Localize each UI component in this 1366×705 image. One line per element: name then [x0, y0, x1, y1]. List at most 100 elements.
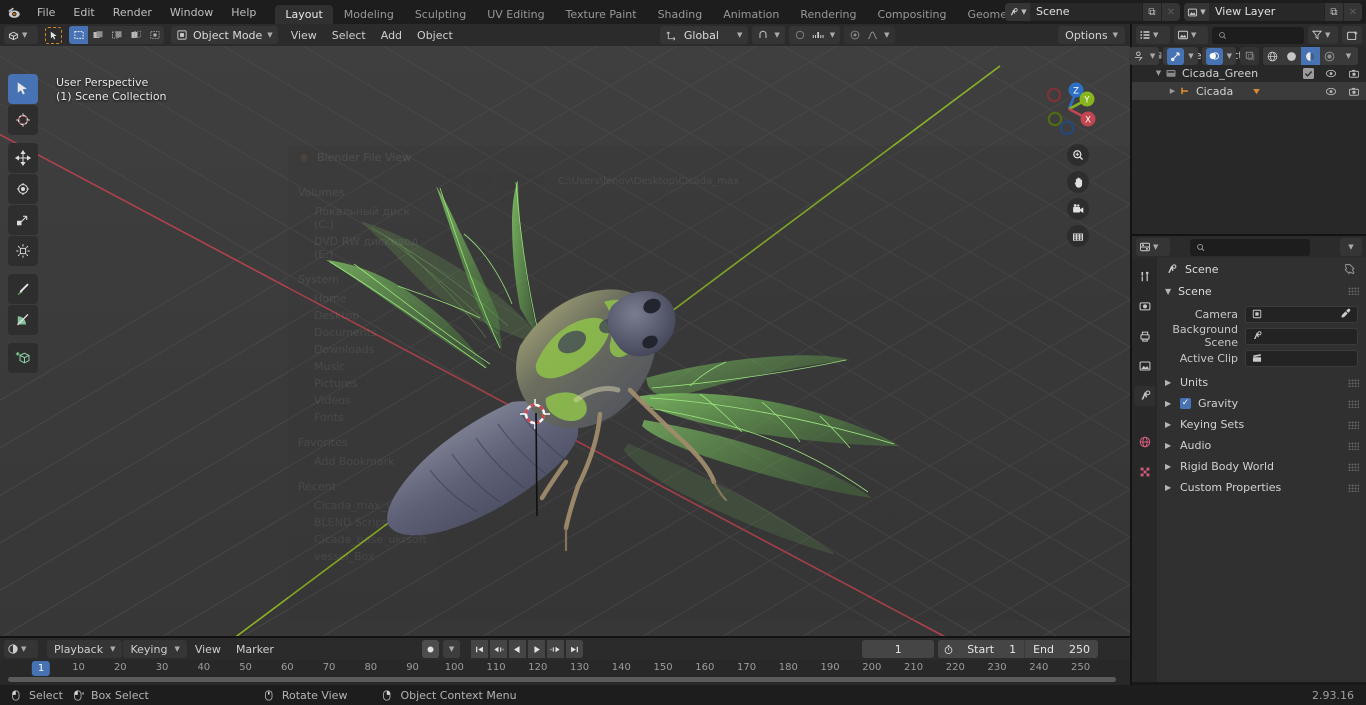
navigation-gizmo[interactable]: Z Y X	[1038, 78, 1100, 140]
view-layer-icon[interactable]: ▼	[1184, 3, 1209, 21]
unlink-scene-button[interactable]: ✕	[1161, 3, 1180, 21]
play-icon[interactable]	[528, 640, 546, 658]
editor-type-3dview-icon[interactable]: ▼	[4, 26, 38, 44]
jump-next-keyframe-icon[interactable]	[547, 640, 565, 658]
record-options-chevron-icon[interactable]: ▼	[443, 640, 461, 658]
transform-tool[interactable]	[8, 236, 38, 266]
select-subtract-icon[interactable]	[107, 26, 126, 44]
cicada-model[interactable]	[0, 46, 1130, 638]
properties-tab-output[interactable]	[1134, 326, 1155, 346]
overlays-selector[interactable]: ▼	[1201, 47, 1236, 65]
top-menu-help[interactable]: Help	[222, 0, 265, 24]
gizmo-selector[interactable]: ▼	[1163, 47, 1198, 65]
timeline-menu-playback[interactable]: Playback ▼	[47, 640, 123, 658]
zoom-icon[interactable]	[1067, 144, 1089, 166]
scene-icon[interactable]: ▼	[1005, 3, 1030, 21]
filter-funnel-icon[interactable]: ▼	[1308, 26, 1338, 44]
timeline-playhead[interactable]: 1	[31, 661, 51, 676]
top-menu-file[interactable]: File	[28, 0, 64, 24]
jump-prev-keyframe-icon[interactable]	[490, 640, 508, 658]
checkbox-checked-icon[interactable]	[1303, 67, 1314, 79]
select-difference-icon[interactable]	[126, 26, 145, 44]
mode-selector[interactable]: Object Mode ▼	[171, 26, 278, 44]
stopwatch-icon[interactable]	[938, 640, 960, 658]
triangle-right-icon[interactable]: ▶	[1165, 441, 1173, 450]
new-scene-button[interactable]: ⧉	[1142, 3, 1161, 21]
select-box-icon[interactable]	[69, 26, 88, 44]
view-layer-name[interactable]: View Layer	[1209, 3, 1324, 21]
tweak-tool[interactable]	[8, 74, 38, 104]
view-layer-selector[interactable]: ▼ View Layer ⧉ ✕	[1184, 3, 1362, 21]
eyedropper-icon[interactable]	[1340, 307, 1352, 322]
select-intersect-icon[interactable]	[145, 26, 164, 44]
subpanel-custom-properties[interactable]: ▶ Custom Properties	[1157, 477, 1366, 498]
add-cube-tool[interactable]	[8, 343, 38, 373]
workspace-tab-animation[interactable]: Animation	[713, 5, 789, 24]
annotate-tool[interactable]	[8, 274, 38, 304]
scene-selector[interactable]: ▼ Scene ⧉ ✕	[1005, 3, 1180, 21]
disclosure-triangle-icon[interactable]: ▼	[1152, 69, 1165, 77]
triangle-right-icon[interactable]: ▶	[1165, 483, 1173, 492]
shading-wireframe-icon[interactable]	[1263, 47, 1282, 65]
subpanel-rigid-body-world[interactable]: ▶ Rigid Body World	[1157, 456, 1366, 477]
cursor-tool[interactable]	[8, 105, 38, 135]
select-extend-icon[interactable]	[88, 26, 107, 44]
pan-hand-icon[interactable]	[1067, 171, 1089, 193]
properties-tab-texture[interactable]	[1134, 462, 1155, 482]
properties-search-input[interactable]	[1190, 238, 1310, 256]
measure-tool[interactable]	[8, 305, 38, 335]
blender-logo-icon[interactable]	[0, 0, 28, 24]
timeline-horizontal-scrollbar[interactable]	[8, 677, 1116, 682]
outliner-search-input[interactable]	[1212, 26, 1304, 44]
subpanel-gravity[interactable]: ▶ ✓ Gravity	[1157, 393, 1366, 414]
workspace-tab-texture-paint[interactable]: Texture Paint	[556, 5, 647, 24]
camera-field[interactable]	[1245, 305, 1358, 323]
scene-name[interactable]: Scene	[1030, 3, 1142, 21]
shading-mode-group[interactable]: ▼	[1263, 47, 1358, 65]
editor-divider-horizontal-right[interactable]	[1132, 234, 1366, 236]
active-clip-field[interactable]	[1245, 349, 1358, 367]
outliner-row-cicada[interactable]: ▶ Cicada	[1132, 82, 1366, 100]
triangle-right-icon[interactable]: ▶	[1165, 399, 1173, 408]
current-frame-field[interactable]: 1	[862, 640, 935, 658]
outliner-display-icon[interactable]: ▼	[1136, 26, 1170, 44]
start-frame-field[interactable]: Start 1	[959, 640, 1024, 658]
proportional-editing-group[interactable]: ▼	[788, 26, 841, 44]
new-collection-icon[interactable]	[1342, 26, 1362, 44]
timeline-menu-view[interactable]: View	[188, 640, 228, 658]
subpanel-keying-sets[interactable]: ▶ Keying Sets	[1157, 414, 1366, 435]
workspace-tab-uv-editing[interactable]: UV Editing	[477, 5, 554, 24]
triangle-right-icon[interactable]: ▶	[1165, 420, 1173, 429]
editor-divider-horizontal-bottom[interactable]	[0, 636, 1130, 638]
outliner-row-cicada-green[interactable]: ▼ Cicada_Green	[1132, 64, 1366, 82]
remove-view-layer-button[interactable]: ✕	[1343, 3, 1362, 21]
camera-icon[interactable]	[1348, 68, 1360, 79]
shading-material-icon[interactable]	[1301, 47, 1320, 65]
triangle-right-icon[interactable]: ▶	[1165, 378, 1173, 387]
rotate-tool[interactable]	[8, 174, 38, 204]
workspace-tab-compositing[interactable]: Compositing	[868, 5, 957, 24]
viewport-menu-object[interactable]: Object	[410, 26, 460, 44]
timeline-editor-icon[interactable]: ▼	[4, 640, 38, 658]
xray-icon[interactable]	[1240, 47, 1259, 65]
scene-panel-header[interactable]: ▼ Scene	[1157, 280, 1366, 302]
outliner-filter-display-icon[interactable]: ▼	[1174, 26, 1208, 44]
workspace-tab-sculpting[interactable]: Sculpting	[405, 5, 476, 24]
properties-search-field[interactable]	[1210, 240, 1304, 254]
chevron-down-icon[interactable]: ▼	[1339, 47, 1358, 65]
new-view-layer-button[interactable]: ⧉	[1324, 3, 1343, 21]
3d-viewport[interactable]: Blender File View VolumesЛокальный диск …	[0, 46, 1130, 638]
camera-icon[interactable]	[1348, 86, 1360, 97]
viewport-menu-view[interactable]: View	[284, 26, 324, 44]
record-icon[interactable]	[422, 640, 440, 658]
snap-toggle[interactable]: ▼	[752, 26, 785, 44]
disclosure-triangle-icon[interactable]: ▶	[1166, 87, 1179, 95]
transform-orientation-selector[interactable]: Global ▼	[659, 26, 749, 44]
properties-tab-tool[interactable]	[1134, 266, 1155, 286]
overlays-icon[interactable]	[1205, 47, 1223, 65]
gizmo-icon[interactable]	[1167, 47, 1185, 65]
subpanel-units[interactable]: ▶ Units	[1157, 372, 1366, 393]
jump-to-end-icon[interactable]	[566, 640, 584, 658]
scale-tool[interactable]	[8, 205, 38, 235]
timeline-menu-keying[interactable]: Keying ▼	[123, 640, 187, 658]
